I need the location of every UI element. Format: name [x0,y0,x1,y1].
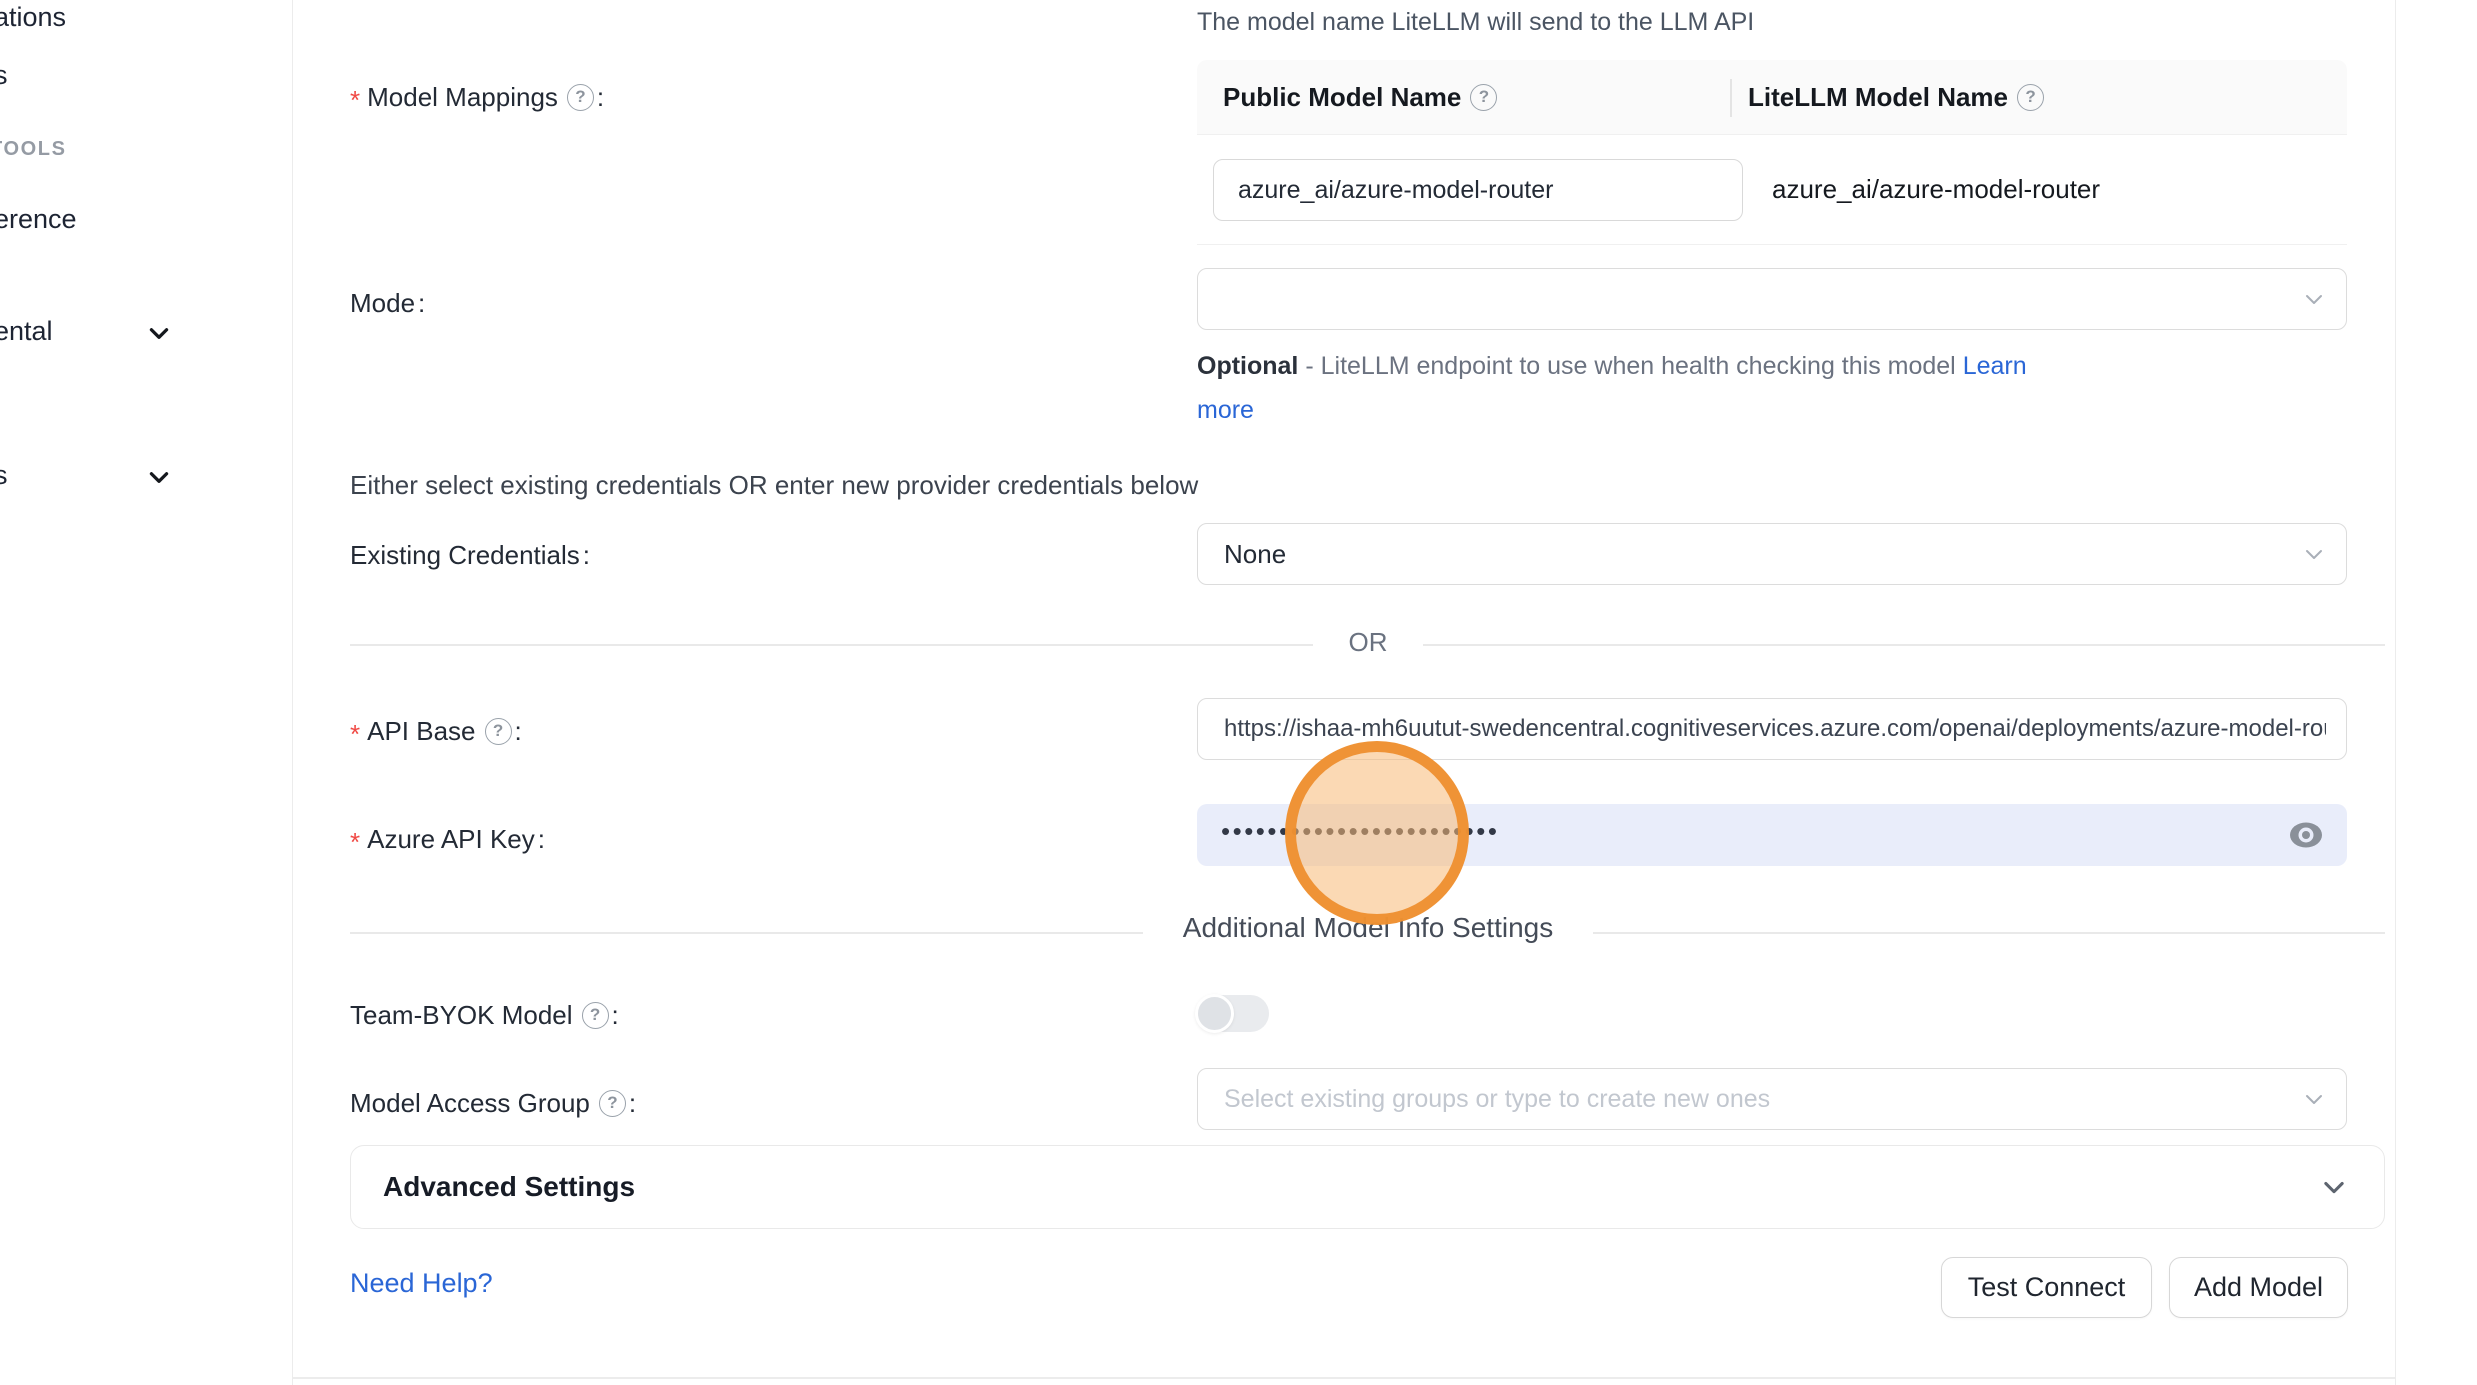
model-mappings-table: Public Model Name ? LiteLLM Model Name ?… [1197,60,2347,245]
mode-help-text-line2: more [1197,396,1254,425]
existing-credentials-select[interactable]: None [1197,523,2347,585]
existing-credentials-label: Existing Credentials : [350,538,590,572]
public-model-name-input[interactable] [1213,159,1743,221]
sidebar-item-truncated-2[interactable]: s [0,60,8,91]
sidebar-item-truncated-4[interactable]: ental [0,316,53,347]
sidebar-item-truncated-3[interactable]: erence [0,204,77,235]
model-access-group-label: Model Access Group ? : [350,1086,636,1120]
learn-more-link[interactable]: Learn [1963,352,2027,380]
sidebar-item-truncated-1[interactable]: ations [0,2,66,33]
chevron-down-icon [2302,287,2326,311]
required-asterisk: * [350,827,360,858]
help-question-icon[interactable]: ? [599,1090,626,1117]
azure-api-key-input[interactable]: •••••••••••••••••••••••• [1197,804,2347,866]
help-question-icon[interactable]: ? [567,84,594,111]
advanced-settings-title: Advanced Settings [383,1171,635,1203]
chevron-down-icon[interactable] [146,464,172,490]
team-byok-toggle[interactable] [1197,995,1269,1032]
test-connect-button[interactable]: Test Connect [1941,1257,2152,1318]
eye-icon[interactable] [2287,820,2325,850]
required-asterisk: * [350,719,360,750]
chevron-down-icon [2302,542,2326,566]
litellm-model-name-value: azure_ai/azure-model-router [1772,135,2100,244]
credentials-note: Either select existing credentials OR en… [350,470,1198,501]
chevron-down-icon [2302,1087,2326,1111]
table-header: Public Model Name ? LiteLLM Model Name ? [1197,60,2347,135]
help-question-icon[interactable]: ? [582,1002,609,1029]
or-divider-text: OR [1313,627,1423,658]
sidebar-item-truncated-5[interactable]: s [0,460,8,491]
masked-password-value: •••••••••••••••••••••••• [1221,816,1499,847]
required-asterisk: * [350,85,360,116]
column-header-litellm-model-name: LiteLLM Model Name ? [1730,82,2044,113]
chevron-down-icon[interactable] [146,320,172,346]
model-mappings-label: * Model Mappings ? : [350,80,604,114]
help-question-icon[interactable]: ? [1470,84,1497,111]
model-name-hint: The model name LiteLLM will send to the … [1197,8,1754,37]
help-question-icon[interactable]: ? [485,718,512,745]
card-bottom-border [293,1377,2396,1379]
learn-more-link[interactable]: more [1197,396,1254,424]
column-header-public-model-name: Public Model Name ? [1197,82,1730,113]
add-model-form: The model name LiteLLM will send to the … [293,0,2396,1385]
azure-api-key-label: * Azure API Key : [350,822,545,856]
sidebar: ations s TOOLS erence ental s [0,0,293,1385]
table-row: azure_ai/azure-model-router [1197,135,2347,245]
column-separator [1730,79,1732,117]
api-base-input[interactable] [1197,698,2347,760]
mode-select[interactable] [1197,268,2347,330]
add-model-button[interactable]: Add Model [2169,1257,2348,1318]
mode-help-text: Optional - LiteLLM endpoint to use when … [1197,352,2027,381]
api-base-label: * API Base ? : [350,714,522,748]
help-question-icon[interactable]: ? [2017,84,2044,111]
toggle-knob [1195,994,1234,1033]
select-placeholder: Select existing groups or type to create… [1224,1085,1770,1114]
advanced-settings-panel[interactable]: Advanced Settings [350,1145,2385,1229]
need-help-link[interactable]: Need Help? [350,1268,493,1299]
additional-settings-divider-text: Additional Model Info Settings [1143,912,1593,944]
team-byok-label: Team-BYOK Model ? : [350,998,619,1032]
chevron-down-icon [2320,1173,2348,1201]
mode-label: Mode : [350,286,425,320]
sidebar-section-tools: TOOLS [0,138,67,161]
model-access-group-select[interactable]: Select existing groups or type to create… [1197,1068,2347,1130]
